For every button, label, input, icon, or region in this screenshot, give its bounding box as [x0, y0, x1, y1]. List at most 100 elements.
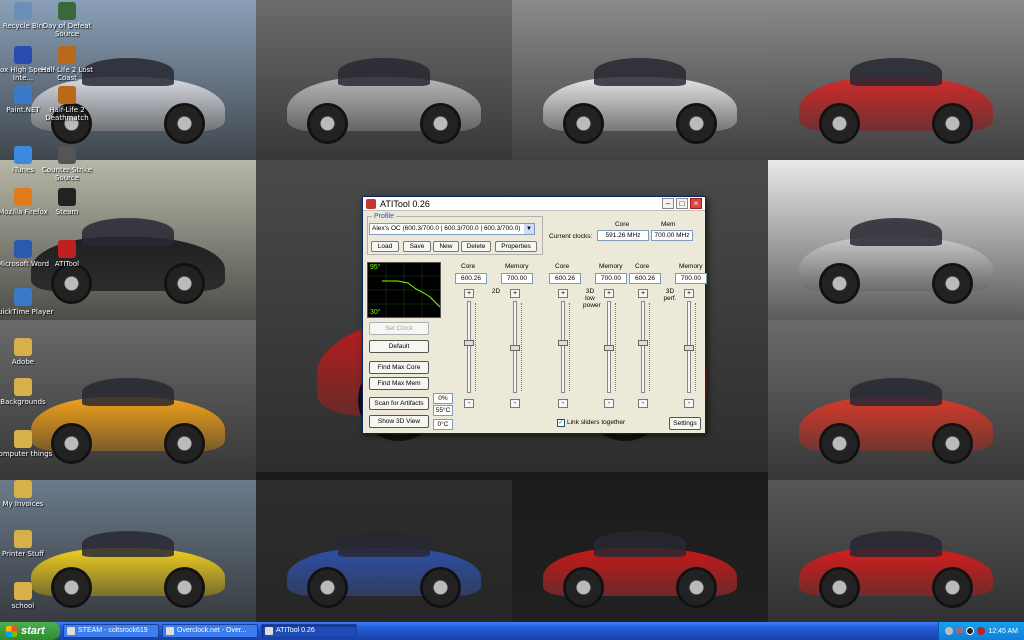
desktop-icon[interactable]: My Invoices	[0, 480, 56, 508]
atitool-window[interactable]: ATITool 0.26 – □ × Profile Alex's OC (60…	[362, 196, 707, 434]
profile-select[interactable]: Alex's OC (600.3/700.0 | 600.3/700.0 | 6…	[369, 223, 535, 235]
folder-icon	[14, 430, 32, 448]
desktop-icon-label: Printer Stuff	[2, 550, 44, 558]
increase-button[interactable]: +	[510, 289, 520, 298]
taskbar-button[interactable]: ATITool 0.26	[261, 624, 357, 638]
profile-select-value: Alex's OC (600.3/700.0 | 600.3/700.0 | 6…	[372, 225, 521, 232]
show-3d-view-button[interactable]: Show 3D View	[369, 415, 429, 428]
find-max-core-button[interactable]: Find Max Core	[369, 361, 429, 374]
start-button[interactable]: start	[0, 622, 60, 640]
maximize-button[interactable]: □	[676, 198, 688, 209]
core-header: Core	[615, 221, 630, 228]
slider-thumb[interactable]	[558, 340, 568, 346]
desktop-icon[interactable]: Half-Life 2 Deathmatch	[34, 86, 100, 122]
slider-thumb[interactable]	[510, 345, 520, 351]
tile-evo-white-black	[512, 0, 768, 160]
window-title: ATITool 0.26	[380, 198, 430, 209]
desktop-icon[interactable]: Half-Life 2 Lost Coast	[34, 46, 100, 82]
tile-red-enzo	[768, 480, 1024, 622]
settings-button[interactable]: Settings	[669, 417, 701, 430]
slider-thumb[interactable]	[638, 340, 648, 346]
desktop-icon[interactable]: Computer things	[0, 430, 56, 458]
current-core-value: 591.26 MHz	[597, 230, 649, 241]
tile-blue-bike	[256, 480, 512, 622]
set-clock-button[interactable]: Set Clock	[369, 322, 429, 335]
profile-new-button[interactable]: New	[433, 241, 459, 252]
system-tray: 55 12:45 AM	[938, 622, 1024, 640]
minimize-button[interactable]: –	[662, 198, 674, 209]
slider-thumb[interactable]	[684, 345, 694, 351]
profile-delete-button[interactable]: Delete	[461, 241, 491, 252]
desktop-icon-label: school	[11, 602, 35, 610]
increase-button[interactable]: +	[638, 289, 648, 298]
desktop-icon[interactable]: QuickTime Player	[0, 288, 56, 316]
wheel-icon	[307, 566, 349, 608]
vehicle-roof	[593, 57, 687, 87]
find-max-mem-button[interactable]: Find Max Mem	[369, 377, 429, 390]
desktop-icon-label: QuickTime Player	[0, 308, 54, 316]
increase-button[interactable]: +	[604, 289, 614, 298]
steam-tray-icon[interactable]	[966, 627, 975, 635]
vehicle-roof	[849, 217, 943, 247]
wheel-icon	[675, 103, 717, 144]
desktop-icon[interactable]: Steam	[34, 188, 100, 216]
close-button[interactable]: ×	[690, 198, 702, 209]
volume-icon[interactable]	[944, 627, 953, 635]
slider-ticks	[569, 303, 571, 391]
decrease-button[interactable]: -	[604, 399, 614, 408]
tile-silver-coupe-bmw	[256, 0, 512, 160]
taskbar-button[interactable]: Overclock.net - Over...	[162, 624, 258, 638]
core-clock-input[interactable]: 600.26	[629, 273, 661, 284]
desktop-icon[interactable]: Adobe	[0, 338, 56, 366]
firefox-icon	[14, 188, 32, 206]
title-bar[interactable]: ATITool 0.26 – □ ×	[363, 197, 705, 211]
profile-load-button[interactable]: Load	[371, 241, 399, 252]
word-icon	[14, 240, 32, 258]
link-sliders-checkbox[interactable]: ✓	[557, 419, 565, 427]
vehicle-roof	[337, 57, 431, 87]
scan-artifacts-button[interactable]: Scan for Artifacts	[369, 397, 429, 410]
core-clock-input[interactable]: 600.26	[455, 273, 487, 284]
wheel-icon	[419, 103, 461, 144]
tile-s2000-silver	[768, 160, 1024, 320]
increase-button[interactable]: +	[684, 289, 694, 298]
dod-icon	[58, 2, 76, 20]
slider-ticks	[615, 303, 617, 391]
profile-save-button[interactable]: Save	[403, 241, 431, 252]
slider-thumb[interactable]	[464, 340, 474, 346]
wheel-icon	[675, 566, 717, 608]
decrease-button[interactable]: -	[558, 399, 568, 408]
taskbar: start STEAM - coltsrock619 Overclock.net …	[0, 622, 1024, 640]
atitool-app-icon	[366, 198, 376, 209]
desktop-icon[interactable]: school	[0, 582, 56, 610]
desktop-icon[interactable]: Day of Defeat Source	[34, 2, 100, 38]
desktop-icon-label: Half-Life 2 Deathmatch	[45, 106, 89, 122]
increase-button[interactable]: +	[558, 289, 568, 298]
taskbar-button[interactable]: STEAM - coltsrock619	[63, 624, 159, 638]
decrease-button[interactable]: -	[510, 399, 520, 408]
profile-properties-button[interactable]: Properties	[495, 241, 537, 252]
memory-clock-input[interactable]: 700.00	[675, 273, 707, 284]
decrease-button[interactable]: -	[464, 399, 474, 408]
chevron-down-icon[interactable]: ▼	[524, 224, 534, 234]
decrease-button[interactable]: -	[638, 399, 648, 408]
decrease-button[interactable]: -	[684, 399, 694, 408]
default-button[interactable]: Default	[369, 340, 429, 353]
memory-clock-input[interactable]: 700.00	[595, 273, 627, 284]
clock-slider-track[interactable]	[641, 301, 645, 393]
desktop-icon[interactable]: Backgrounds	[0, 378, 56, 406]
wheel-icon	[163, 423, 205, 464]
slider-thumb[interactable]	[604, 345, 614, 351]
core-clock-input[interactable]: 600.26	[549, 273, 581, 284]
desktop-icon[interactable]: ATITool	[34, 240, 100, 268]
atitool-tray-icon[interactable]	[977, 627, 986, 635]
desktop-icon[interactable]: Counter-Strike Source	[34, 146, 100, 182]
hl2-icon	[58, 46, 76, 64]
memory-col-label: Memory	[679, 263, 703, 270]
task-app-icon	[265, 627, 273, 635]
desktop-icon[interactable]: Printer Stuff	[0, 530, 56, 558]
memory-clock-input[interactable]: 700.00	[501, 273, 533, 284]
increase-button[interactable]: +	[464, 289, 474, 298]
clock-slider-track[interactable]	[467, 301, 471, 393]
clock-slider-track[interactable]	[561, 301, 565, 393]
